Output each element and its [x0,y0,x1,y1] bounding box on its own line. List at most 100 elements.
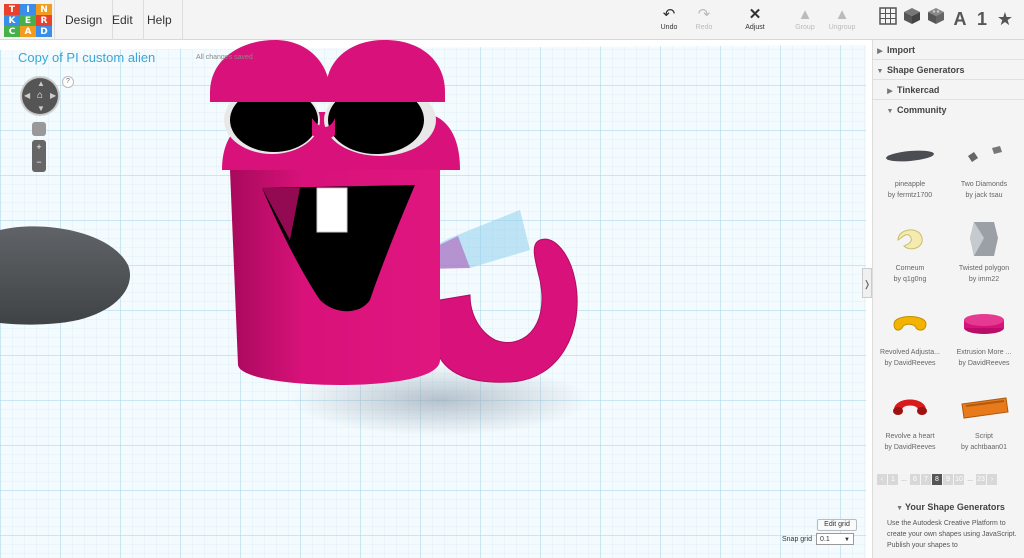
generator-name: Revolve a heart [885,433,935,440]
generator-item-extrusion-more[interactable]: Extrusion More ... by DavidReeves [949,300,1019,382]
generator-author: by DavidReeves [958,360,1010,367]
page-link[interactable]: 1 [888,474,898,485]
box-icon[interactable] [900,7,924,31]
generator-item-pineapple[interactable]: pineapple by fermtz1700 [875,132,945,214]
arrow-up-icon[interactable]: ▲ [37,79,45,88]
shape-generators-header[interactable]: ▼ Shape Generators [873,60,1024,80]
adjust-icon: ✕ [748,6,762,23]
generator-author: by DavidReeves [884,360,936,367]
grid-icon[interactable] [876,7,900,31]
tinkercad-logo[interactable]: T I N K E R C A D [4,4,52,37]
group-label: Group [795,24,815,31]
scene-canvas[interactable] [0,40,866,558]
save-status: All changes saved [196,54,253,61]
your-generators-header[interactable]: ▼ Your Shape Generators [873,500,1024,516]
generator-name: Corneum [895,265,925,272]
snap-grid-value: 0.1 [820,536,830,543]
generator-item-script[interactable]: Script by achtbaan01 [949,384,1019,466]
numbers-icon[interactable]: 1 [970,7,994,31]
logo-letter: I [20,4,36,15]
chevron-right-icon: ▶ [887,88,893,95]
redo-icon: ↷ [697,6,711,23]
logo-letter: A [20,26,36,37]
redo-button[interactable]: ↷ Redo [682,6,726,31]
community-subheader[interactable]: ▼ Community [873,100,1024,120]
arrow-left-icon[interactable]: ◀ [24,91,30,100]
logo-letter: K [4,15,20,26]
arrow-right-icon[interactable]: ▶ [50,91,56,100]
page-link[interactable]: 10 [954,474,964,485]
zoom-in-icon[interactable]: + [32,140,46,155]
tinkercad-subheader[interactable]: ▶ Tinkercad [873,80,1024,100]
generator-author: by imm22 [968,276,1000,283]
generator-name: Extrusion More ... [956,349,1012,356]
ungroup-icon: ▲ [834,6,850,23]
generator-author: by DavidReeves [884,444,936,451]
zoom-out-icon[interactable]: − [32,155,46,170]
edit-grid-button[interactable]: Edit grid [817,519,857,531]
logo-letter: D [36,26,52,37]
3d-workplane-viewport[interactable]: Copy of PI custom alien All changes save… [0,40,866,558]
logo-letter: E [20,15,36,26]
generator-name: pineapple [894,181,926,188]
generator-item-corneum[interactable]: Corneum by q1g0ng [875,216,945,298]
generator-item-revolve-a-heart[interactable]: Revolve a heart by DavidReeves [875,384,945,466]
generator-item-two-diamonds[interactable]: Two Diamonds by jack tsau [949,132,1019,214]
page-next-icon[interactable]: › [987,474,997,485]
undo-label: Undo [660,24,678,31]
zoom-control[interactable]: + − [32,140,46,172]
generator-author: by fermtz1700 [887,192,933,199]
collapse-panel-button[interactable]: ❭ [862,268,872,298]
pineapple-thumbnail [886,150,934,162]
two-diamonds-thumbnail [968,146,1002,162]
page-prev-icon[interactable]: ‹ [877,474,887,485]
page-link[interactable]: 6 [910,474,920,485]
redo-label: Redo [695,24,713,31]
generator-item-revolved-adjustable[interactable]: Revolved Adjusta... by DavidReeves [875,300,945,382]
generator-author: by achtbaan01 [961,444,1007,451]
snap-grid-label: Snap grid [782,536,812,543]
chevron-down-icon: ▼ [844,537,850,543]
page-link[interactable]: 9 [943,474,953,485]
page-current[interactable]: 8 [932,474,942,485]
right-panel: ▶ Import ▼ Shape Generators ▶ Tinkercad ▼ Co… [872,40,1024,558]
home-view-icon[interactable]: ⌂ [33,89,47,103]
extrusion-more-thumbnail [964,314,1004,334]
adjust-button[interactable]: ✕ Adjust [733,6,777,31]
page-ellipsis: ... [967,476,973,483]
shape-generators-label: Shape Generators [887,65,965,75]
logo-letter: N [36,4,52,15]
pagination: ‹ 1 ... 6 7 8 9 10 ... 23 › [877,474,997,486]
perspective-icon[interactable] [32,122,46,136]
chevron-down-icon: ▼ [896,505,905,512]
generator-name: Two Diamonds [960,181,1008,188]
star-icon[interactable]: ★ [993,7,1017,31]
letters-icon[interactable]: A [948,7,972,31]
generator-author: by jack tsau [965,192,1003,199]
revolve-heart-thumbnail [893,399,927,415]
top-bar: T I N K E R C A D Design Edit Help ↶ Und… [0,0,1024,40]
import-label: Import [887,45,915,55]
generator-name: Twisted polygon [958,265,1010,272]
ungroup-label: Ungroup [828,24,856,31]
script-thumbnail [961,397,1009,419]
logo-letter: C [4,26,20,37]
snap-grid-select[interactable]: 0.1 ▼ [816,533,854,545]
page-link[interactable]: 7 [921,474,931,485]
chevron-down-icon: ▼ [876,68,884,75]
arrow-down-icon[interactable]: ▼ [37,104,45,113]
chevron-down-icon: ▼ [886,108,894,115]
adjust-label: Adjust [745,24,765,31]
corneum-thumbnail [897,229,923,250]
help-icon[interactable]: ? [62,76,74,88]
import-section-header[interactable]: ▶ Import [873,40,1024,60]
ungroup-button[interactable]: ▲ Ungroup [820,6,864,31]
page-link[interactable]: 23 [976,474,986,485]
menu-help[interactable]: Help [137,0,183,40]
generator-name: Revolved Adjusta... [880,349,940,356]
your-generators-label: Your Shape Generators [905,502,1005,512]
design-title[interactable]: Copy of PI custom alien [18,50,155,65]
brick-icon[interactable] [924,7,948,31]
generator-item-twisted-polygon[interactable]: Twisted polygon by imm22 [949,216,1019,298]
twisted-polygon-thumbnail [970,222,998,256]
